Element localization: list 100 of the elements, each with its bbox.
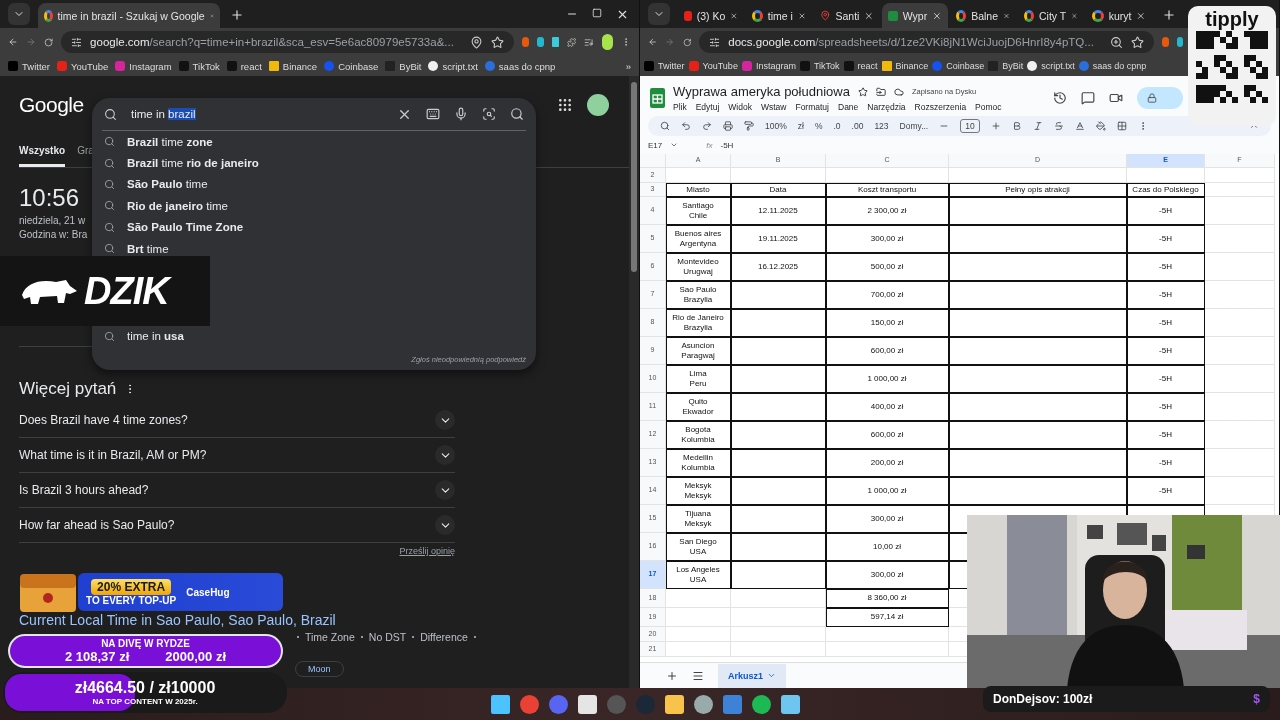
table-cell: -5H [1127,449,1205,477]
result-title[interactable]: Current Local Time in Sao Paulo, Sao Paulo, Brazil [19,612,629,628]
table-cell: -5H [1127,477,1205,505]
question-item[interactable]: Is Brazil 3 hours ahead? [19,473,455,508]
suggestion-item[interactable]: Brazil time rio de janeiro [102,152,526,174]
bookmark[interactable]: Coinbase [324,60,379,72]
question-item[interactable]: Does Brazil have 4 time zones? [19,403,455,438]
search-tab[interactable]: Wszystko [19,145,66,167]
bookmark[interactable]: Binance [268,60,318,72]
bookmark[interactable]: react [843,61,878,71]
google-logo: Google [19,93,84,117]
browser-tab[interactable]: time in brazil - Szukaj w Google [38,3,220,28]
table-cell: 19.11.2025 [731,225,826,253]
column-heading: Koszt transportu [826,183,949,197]
address-bar[interactable]: google.com/search?q=time+in+brazil&sca_esv=5e6ac80979e5733a&... [61,31,514,53]
suggestion-item[interactable]: São Paulo Time Zone [102,216,526,238]
bookmark[interactable]: Instagram [741,61,796,71]
clock-time: 10:56 [19,184,80,212]
url-text: google.com/search?q=time+in+brazil&sca_esv=5e6ac80979e5733a&... [90,36,454,48]
table-cell: Montevideo Urugwaj [666,253,731,281]
suggestion-item[interactable]: time in usa [102,325,526,347]
bookmark[interactable]: YouTube [57,60,109,72]
column-heading: Data [731,183,826,197]
zoom-select[interactable]: 100% [765,121,787,131]
bookmark[interactable]: script.txt [1027,61,1075,71]
menu-item[interactable]: Formatuj [795,102,829,112]
bookmark[interactable]: saas do cpnp [484,60,556,72]
table-cell: -5H [1127,281,1205,309]
menu-item[interactable]: Narzędzia [867,102,906,112]
menu-item[interactable]: Plik [673,102,687,112]
bookmark[interactable]: TikTok [178,60,220,72]
sheet-tab[interactable]: Arkusz1 [718,663,786,688]
bookmark[interactable]: ByBit [988,61,1024,71]
table-cell: 300,00 zł [826,505,949,533]
column-heading: Miasto [666,183,731,197]
suggestion-item[interactable]: São Paulo time [102,173,526,196]
table-cell: 700,00 zł [826,281,949,309]
bookmark[interactable]: TikTok [799,61,840,71]
table-cell: 150,00 zł [826,309,949,337]
browser-tab[interactable]: time i [746,3,812,28]
table-cell: 1 000,00 zł [826,477,949,505]
menu-item[interactable]: Wstaw [760,102,787,112]
font-select[interactable]: Domy... [899,121,929,131]
question-item[interactable]: How far ahead is Sao Paulo? [19,508,455,543]
bookmark[interactable]: react [226,60,262,72]
document-title[interactable]: Wyprawa ameryka południowa [673,84,850,99]
table-cell: San Diego USA [666,533,731,561]
browser-tab[interactable]: City T [1018,3,1084,28]
goal-target: 2000,00 zł [165,649,226,664]
bookmark[interactable]: Twitter [8,60,50,72]
table-cell: -5H [1127,421,1205,449]
browser-tab[interactable]: Balne [950,3,1016,28]
table-cell: 500,00 zł [826,253,949,281]
menu-item[interactable]: Dane [838,102,859,112]
browser-tab[interactable]: kuryt [1086,3,1152,28]
bookmark[interactable]: Coinbase [932,61,985,71]
increase-decimals-button[interactable]: .00 [851,121,864,131]
menu-item[interactable]: Widok [728,102,752,112]
feedback-link[interactable]: Prześlij opinię [399,546,455,556]
font-size-field[interactable]: 10 [960,119,980,133]
currency-button[interactable]: zł [797,121,804,131]
table-cell: Lima Peru [666,365,731,393]
ad-headline: 20% EXTRA [91,578,172,595]
table-cell: Meksyk Meksyk [666,477,731,505]
percent-button[interactable]: % [814,121,823,131]
result-link[interactable]: No DST [368,631,407,643]
browser-tab[interactable]: Santi [814,3,880,28]
bookmark[interactable]: Instagram [115,60,172,72]
table-cell: -5H [1127,197,1205,225]
table-cell: -5H [1127,365,1205,393]
currency-symbol: $ [1253,692,1260,706]
suggestion-item[interactable]: Brazil time zone [102,131,526,153]
number-format-button[interactable]: 123 [874,121,889,131]
question-item[interactable]: What time is it in Brazil, AM or PM? [19,438,455,473]
table-cell: -5H [1127,337,1205,365]
result-link[interactable]: Difference [420,631,468,643]
table-cell: 1 000,00 zł [826,365,949,393]
browser-tab[interactable]: Wypr [882,3,948,28]
decrease-decimals-button[interactable]: .0 [833,121,841,131]
suggestion-item[interactable]: Rio de janeiro time [102,195,526,217]
menu-item[interactable]: Edytuj [695,102,720,112]
bookmark[interactable]: YouTube [688,61,738,71]
bookmark[interactable]: script.txt [428,60,478,72]
bookmark[interactable]: ByBit [385,60,422,72]
table-cell: Buenos aires Argentyna [666,225,731,253]
more-bookmarks-button[interactable]: » [625,60,631,72]
menu-item[interactable]: Pomoc [975,102,1002,112]
bookmark[interactable]: saas do cpnp [1078,61,1147,71]
address-bar[interactable]: docs.google.com/spreadsheets/d/1ze2VKi8jN1WciJuojD6HnrI8y4pTQ... [699,31,1154,53]
formula-field[interactable]: -5H [720,140,734,150]
table-cell: 8 360,00 zł [826,589,949,608]
search-field[interactable]: time in brazil [131,108,383,120]
result-link[interactable]: Time Zone [305,631,355,643]
bookmark[interactable]: Twitter [644,61,685,71]
bookmark[interactable]: Binance [881,61,929,71]
goal-current: 2 108,37 zł [64,649,130,664]
menu-item[interactable]: Rozszerzenia [914,102,967,112]
browser-tab[interactable]: (3) Ko [678,3,744,28]
clock-date: niedziela, 21 w [19,215,86,226]
table-cell: 2 300,00 zł [826,197,949,225]
